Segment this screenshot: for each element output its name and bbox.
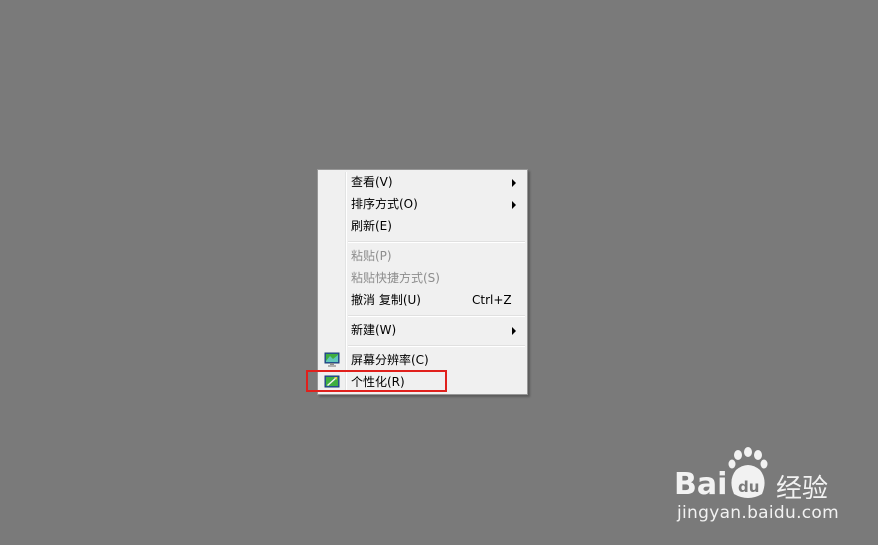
menu-item-refresh[interactable]: 刷新(E) [320, 215, 525, 237]
menu-item-paste[interactable]: 粘贴(P) [320, 245, 525, 267]
menu-item-undo-copy[interactable]: 撤消 复制(U) Ctrl+Z [320, 289, 525, 311]
menu-item-label: 新建(W) [351, 323, 397, 337]
annotation-highlight-box [306, 370, 447, 392]
display-icon [324, 352, 340, 368]
watermark-product: 经验 [776, 474, 829, 504]
menu-item-label: 粘贴快捷方式(S) [351, 271, 440, 285]
menu-item-paste-shortcut[interactable]: 粘贴快捷方式(S) [320, 267, 525, 289]
menu-item-label: 屏幕分辨率(C) [351, 353, 429, 367]
menu-separator [348, 315, 525, 317]
submenu-arrow-icon [512, 179, 516, 187]
menu-item-label: 刷新(E) [351, 219, 392, 233]
menu-item-shortcut: Ctrl+Z [472, 293, 512, 307]
submenu-arrow-icon [512, 327, 516, 335]
menu-item-label: 查看(V) [351, 175, 393, 189]
menu-item-label: 撤消 复制(U) [351, 293, 421, 307]
watermark-url: jingyan.baidu.com [677, 503, 839, 523]
menu-item-screen-resolution[interactable]: 屏幕分辨率(C) [320, 349, 525, 371]
baidu-jingyan-watermark: du Bai 经验 jingyan.baidu.com [672, 446, 872, 536]
menu-item-label: 排序方式(O) [351, 197, 418, 211]
desktop-context-menu: 查看(V) 排序方式(O) 刷新(E) 粘贴(P) 粘贴快捷方式(S) 撤消 复… [317, 169, 528, 395]
svg-text:du: du [738, 478, 759, 496]
svg-text:Bai: Bai [674, 467, 727, 502]
menu-item-new[interactable]: 新建(W) [320, 319, 525, 341]
submenu-arrow-icon [512, 201, 516, 209]
menu-item-label: 粘贴(P) [351, 249, 392, 263]
menu-separator [348, 345, 525, 347]
menu-item-sort-by[interactable]: 排序方式(O) [320, 193, 525, 215]
menu-item-view[interactable]: 查看(V) [320, 171, 525, 193]
menu-separator [348, 241, 525, 243]
